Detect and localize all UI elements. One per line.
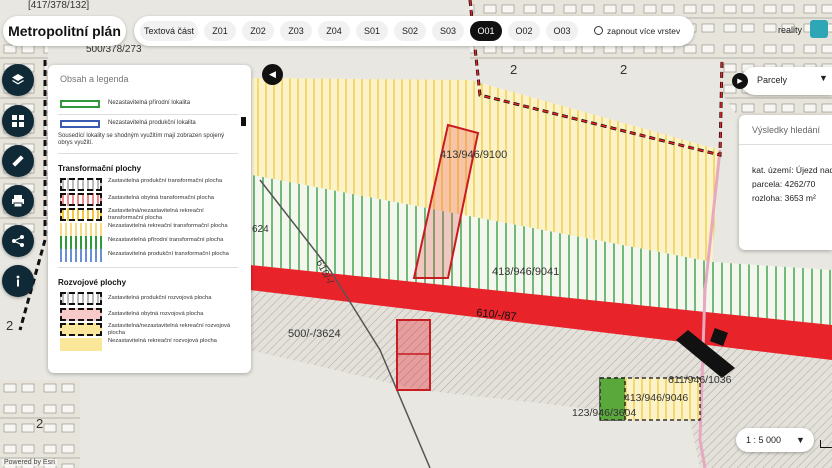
result-area: rozloha: 3653 m²	[752, 193, 816, 203]
map-label: [417/378/132]	[28, 0, 89, 11]
base-layer-value: Parcely	[757, 75, 788, 85]
map-label: 624	[252, 224, 269, 235]
legend-section-title: Rozvojové plochy	[58, 278, 127, 287]
legend-text: Zastavitelná produkční transformační plo…	[108, 178, 223, 184]
legend-text: Nezastavitelná rekreační rozvojová ploch…	[108, 338, 217, 344]
ruler-icon	[12, 155, 24, 167]
attribution: Powered by Esri	[2, 459, 57, 466]
legend-title: Obsah a legenda	[60, 74, 129, 84]
legend-group-dev: Zastavitelná produkční rozvojová plocha …	[58, 292, 238, 373]
legend-text: Zastavitelná obytná transformační plocha	[108, 195, 215, 201]
scale-bar	[820, 440, 832, 448]
logo-text: reality	[778, 25, 803, 35]
chevron-down-icon: ▼	[819, 73, 828, 83]
legend-panel: Obsah a legenda Nezastavitelná přírodní …	[48, 65, 251, 373]
tab-s01[interactable]: S01	[356, 21, 388, 41]
map-label: 413/946/9100	[440, 149, 507, 161]
tab-s02[interactable]: S02	[394, 21, 426, 41]
legend-swatch	[60, 323, 102, 336]
legend-text: Nezastavitelná produkční transformační p…	[108, 251, 229, 257]
top-bar: Metropolitní plán Textová část Z01 Z02 Z…	[0, 14, 832, 48]
legend-text: Zastavitelná produkční rozvojová plocha	[108, 295, 212, 301]
layers-button[interactable]	[2, 64, 34, 96]
legend-text: Zastavitelná obytná rozvojová plocha	[108, 311, 204, 317]
app-title: Metropolitní plán	[3, 16, 126, 46]
zone-number: 2	[510, 62, 517, 77]
legend-group-transform: Zastavitelná produkční transformační plo…	[58, 178, 238, 264]
layers-icon	[12, 74, 24, 85]
measure-button[interactable]	[2, 145, 34, 177]
legend-text: Zastavitelná/nezastavitelná rekreační ro…	[108, 323, 231, 336]
legend-swatch	[60, 208, 102, 221]
legend-text: Nezastavitelná přírodní transformační pl…	[108, 237, 224, 243]
tab-o02[interactable]: O02	[508, 21, 540, 41]
legend-section-title: Transformační plochy	[58, 164, 142, 173]
map-label: 413/946/9041	[492, 266, 559, 278]
legend-swatch	[60, 308, 102, 321]
legend-swatch	[60, 100, 100, 108]
legend-text: Nezastavitelná rekreační transformační p…	[108, 223, 228, 229]
legend-swatch	[60, 249, 102, 262]
legend-scrollbar[interactable]	[241, 117, 246, 126]
reality-logo: reality	[772, 14, 832, 48]
multi-layer-label: zapnout více vrstev	[607, 26, 681, 36]
grid-button[interactable]	[2, 105, 34, 137]
legend-swatch	[60, 236, 102, 249]
print-button[interactable]	[2, 185, 34, 217]
result-cadastral-area: kat. území: Újezd nad	[752, 165, 832, 175]
tab-z02[interactable]: Z02	[242, 21, 274, 41]
zone-number: 2	[620, 62, 627, 77]
grid-icon	[12, 115, 24, 127]
multi-layer-toggle[interactable]: zapnout více vrstev	[594, 21, 680, 41]
share-icon	[12, 235, 24, 247]
tab-o03[interactable]: O03	[546, 21, 578, 41]
info-button[interactable]	[2, 265, 34, 297]
zone-number: 2	[36, 416, 43, 431]
divider	[58, 114, 238, 115]
results-title: Výsledky hledání	[739, 115, 832, 145]
tab-o01[interactable]: O01	[470, 21, 502, 41]
divider	[58, 153, 238, 154]
map-label: 611/946/1036	[668, 374, 732, 386]
legend-text: Nezastavitelná produkční lokalita	[108, 120, 196, 126]
tab-s03[interactable]: S03	[432, 21, 464, 41]
radio-icon[interactable]	[594, 26, 603, 35]
base-layer-select[interactable]: ▶ Parcely ▼	[732, 67, 832, 95]
print-icon	[12, 195, 24, 208]
arrow-left-icon: ◀	[269, 69, 276, 79]
legend-content[interactable]: Nezastavitelná přírodní lokalita Nezasta…	[58, 98, 238, 373]
map-label: 500/-/3624	[288, 328, 341, 340]
map-label: 413/946/9046	[624, 392, 688, 404]
legend-swatch	[60, 120, 100, 128]
legend-row: Nezastavitelná přírodní lokalita	[58, 98, 238, 111]
layer-tabs: Textová část Z01 Z02 Z03 Z04 S01 S02 S03…	[134, 16, 694, 46]
map-label: 123/946/3604	[572, 407, 636, 419]
tab-z03[interactable]: Z03	[280, 21, 312, 41]
result-parcel: parcela: 4262/70	[752, 179, 816, 189]
scale-value: 1 : 5 000	[746, 435, 782, 445]
legend-swatch	[60, 338, 102, 351]
collapse-legend-button[interactable]: ◀	[262, 64, 283, 85]
divider	[58, 267, 238, 268]
legend-note: Sousedící lokality se shodným využitím m…	[58, 133, 225, 146]
arrow-right-icon[interactable]: ▶	[732, 73, 748, 89]
search-results-panel: Výsledky hledání kat. území: Újezd nad p…	[739, 115, 832, 250]
zone-number: 2	[6, 318, 13, 333]
logo-mark-icon	[810, 20, 828, 38]
legend-swatch	[60, 292, 102, 305]
tab-textova-cast[interactable]: Textová část	[140, 21, 198, 41]
chevron-down-icon: ▼	[796, 435, 805, 445]
tab-z01[interactable]: Z01	[204, 21, 236, 41]
info-icon	[16, 275, 20, 287]
legend-swatch	[60, 223, 102, 236]
legend-swatch	[60, 178, 102, 191]
legend-swatch	[60, 193, 102, 206]
scale-select[interactable]: 1 : 5 000 ▼	[736, 428, 814, 452]
share-button[interactable]	[2, 225, 34, 257]
legend-text: Nezastavitelná přírodní lokalita	[108, 100, 191, 106]
parcel-highlight-lower[interactable]	[396, 319, 431, 391]
legend-row: Nezastavitelná produkční lokalita	[58, 118, 238, 131]
tab-z04[interactable]: Z04	[318, 21, 350, 41]
legend-text: Zastavitelná/nezastavitelná rekreační tr…	[108, 208, 204, 221]
